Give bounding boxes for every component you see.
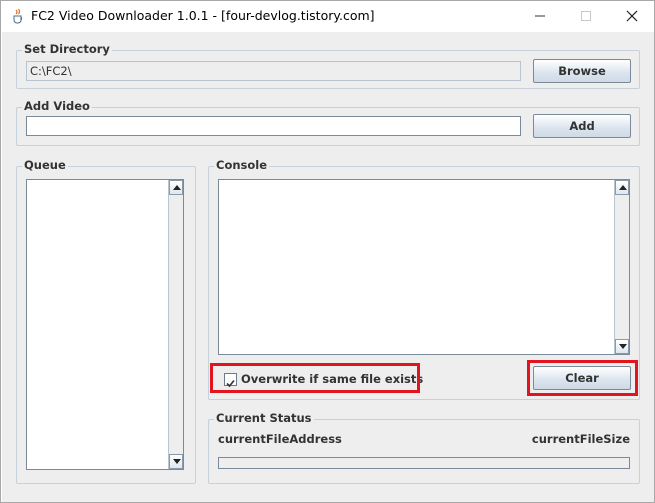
set-directory-legend: Set Directory [22, 42, 112, 56]
app-window: FC2 Video Downloader 1.0.1 - [four-devlo… [0, 0, 655, 503]
console-legend: Console [214, 158, 270, 172]
window-title: FC2 Video Downloader 1.0.1 - [four-devlo… [31, 8, 375, 23]
current-file-address: currentFileAddress [218, 432, 342, 446]
download-progress-bar [218, 457, 630, 469]
queue-legend: Queue [22, 158, 68, 172]
current-status-group: Current Status [208, 411, 640, 484]
console-output[interactable] [218, 179, 630, 355]
arrow-down-icon [173, 459, 181, 464]
clear-highlight-box [527, 360, 638, 396]
arrow-up-icon [619, 185, 627, 190]
add-button[interactable]: Add [533, 114, 631, 138]
minimize-icon [535, 15, 545, 17]
console-scroll-down-button[interactable] [615, 339, 629, 354]
close-icon [626, 10, 638, 22]
overwrite-highlight-box [210, 363, 420, 393]
content-panel: Set Directory C:\FC2\ Browse Add Video A… [2, 32, 654, 502]
maximize-button[interactable] [563, 1, 609, 32]
console-scrollbar[interactable] [614, 180, 629, 354]
queue-scroll-down-button[interactable] [169, 454, 183, 469]
arrow-down-icon [619, 344, 627, 349]
close-button[interactable] [609, 1, 655, 32]
maximize-icon [581, 11, 591, 21]
arrow-up-icon [173, 185, 181, 190]
browse-button[interactable]: Browse [533, 59, 631, 83]
console-scroll-up-button[interactable] [615, 180, 629, 195]
minimize-button[interactable] [517, 1, 563, 32]
directory-path-field[interactable]: C:\FC2\ [26, 61, 521, 81]
video-url-input[interactable] [26, 116, 521, 136]
current-file-size: currentFileSize [531, 432, 630, 446]
queue-scroll-up-button[interactable] [169, 180, 183, 195]
queue-scrollbar[interactable] [168, 180, 183, 469]
queue-list[interactable] [26, 179, 184, 470]
title-bar[interactable]: FC2 Video Downloader 1.0.1 - [four-devlo… [1, 1, 654, 32]
add-video-legend: Add Video [22, 99, 92, 113]
java-cup-icon [10, 8, 26, 24]
current-status-legend: Current Status [214, 411, 314, 425]
